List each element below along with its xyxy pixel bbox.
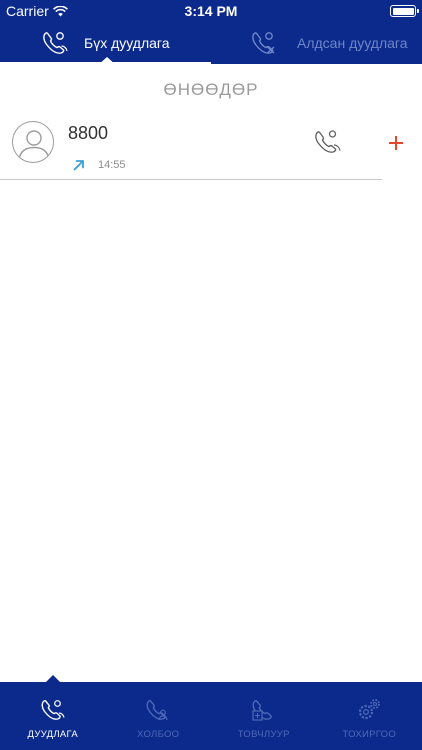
- bottom-tab-settings-label: ТОХИРГОО: [342, 729, 397, 740]
- call-number: 8800: [68, 123, 109, 143]
- call-time: 14:55: [98, 159, 126, 171]
- outgoing-arrow-icon: [73, 160, 84, 171]
- phone-book-icon: [146, 699, 168, 721]
- status-time: 3:14 PM: [184, 3, 238, 19]
- tab-all-calls[interactable]: Бүх дуудлага: [0, 22, 211, 65]
- plus-icon[interactable]: [385, 132, 407, 154]
- bottom-tab-dialpad-label: ТОВЧЛУУР: [237, 729, 290, 740]
- header: Carrier 3:14 PM Бүх дуудлага Алдсан дууд…: [0, 0, 422, 65]
- bottom-tab-dialpad[interactable]: ТОВЧЛУУР: [211, 682, 317, 750]
- call-log-row[interactable]: 8800 14:55: [0, 112, 422, 180]
- bottom-tab-calls[interactable]: ДУУДЛАГА: [0, 675, 106, 750]
- row-divider: [0, 179, 382, 180]
- phone-icon: [41, 699, 65, 720]
- tab-all-calls-label: Бүх дуудлага: [84, 35, 170, 51]
- bottom-tab-bar: ДУУДЛАГА ХОЛБОО ТОВЧЛУУР ТОХИРГОО: [0, 675, 422, 750]
- tab-missed-calls-label: Алдсан дуудлага: [297, 35, 408, 51]
- tab-missed-calls[interactable]: Алдсан дуудлага: [211, 22, 422, 64]
- bottom-tab-contacts-label: ХОЛБОО: [137, 729, 180, 740]
- phone-outgoing-icon: [43, 32, 68, 54]
- bottom-tab-contacts[interactable]: ХОЛБОО: [106, 682, 212, 750]
- section-title-today: ӨНӨӨДӨР: [163, 80, 259, 99]
- bottom-tab-calls-label: ДУУДЛАГА: [27, 729, 78, 740]
- phone-missed-icon: [252, 32, 275, 54]
- status-bar: Carrier 3:14 PM: [0, 0, 422, 22]
- bottom-tab-settings[interactable]: ТОХИРГОО: [317, 682, 422, 750]
- person-icon: [12, 121, 54, 163]
- dialpad-icon: [252, 699, 272, 721]
- active-tab-underline: [0, 62, 211, 64]
- gear-icon: [359, 699, 381, 720]
- phone-icon[interactable]: [312, 126, 342, 158]
- call-filter-tabs: Бүх дуудлага Алдсан дуудлага: [0, 22, 422, 65]
- battery-icon: [390, 5, 419, 17]
